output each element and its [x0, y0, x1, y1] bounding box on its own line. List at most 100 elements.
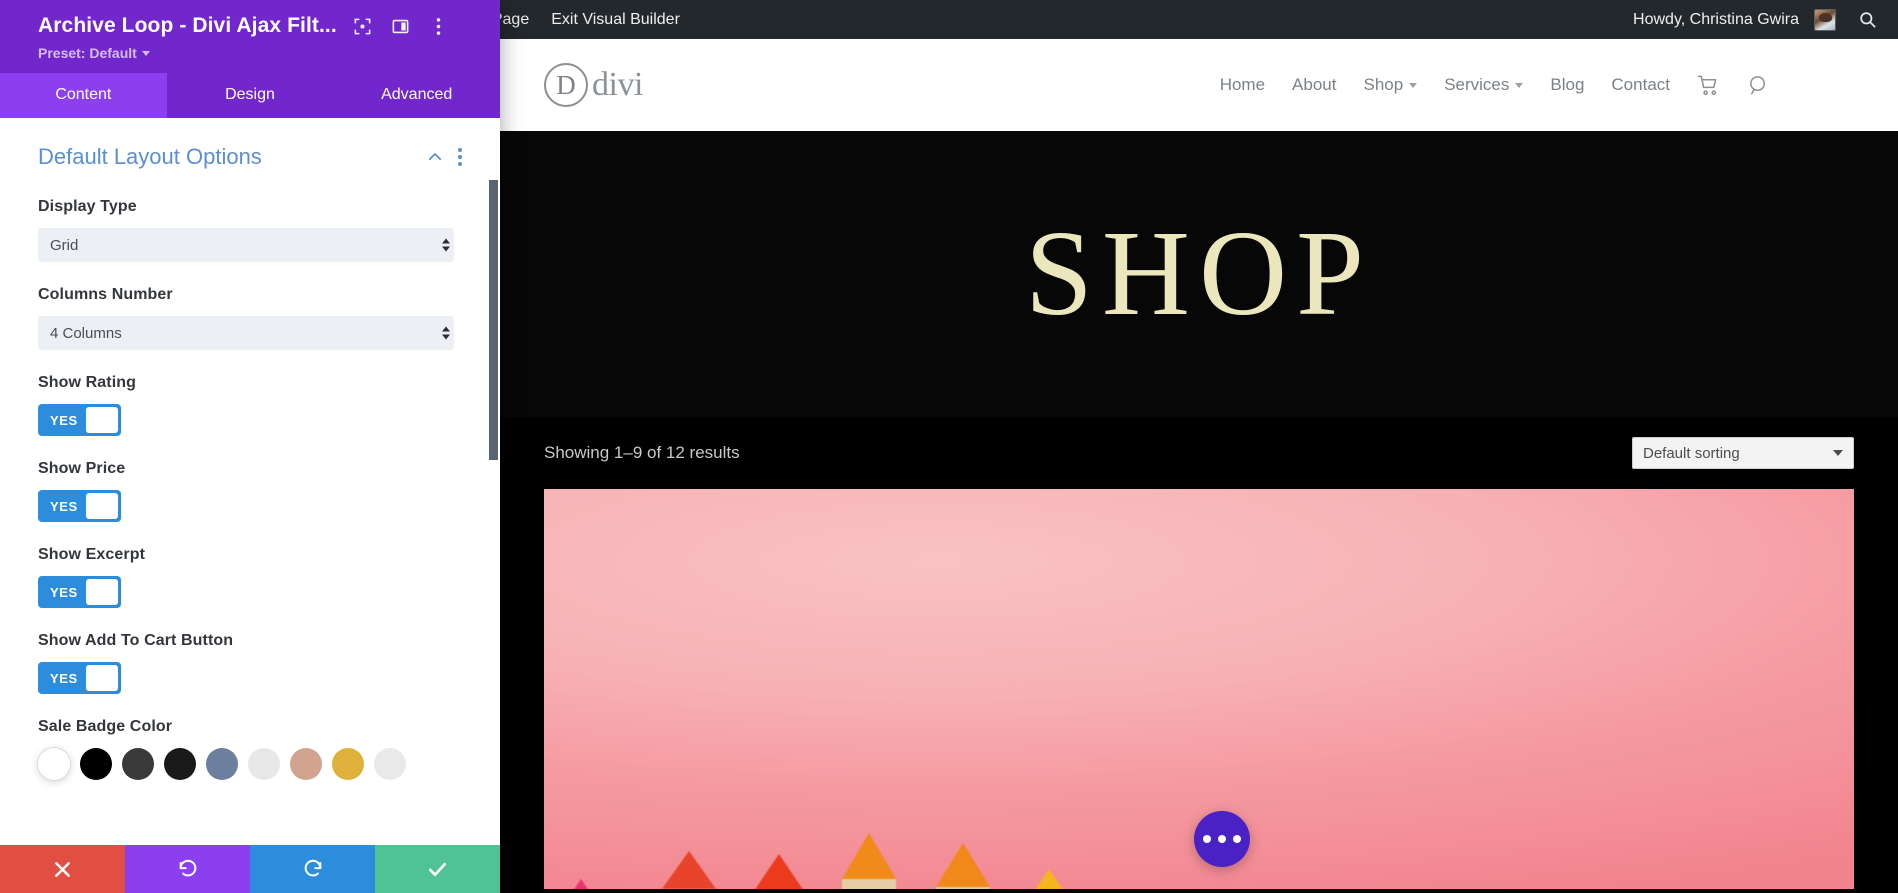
scrollbar-thumb[interactable]	[489, 180, 498, 460]
page-title: SHOP	[1025, 206, 1373, 341]
toggle-knob	[85, 407, 118, 433]
check-icon	[426, 858, 449, 881]
toggle-knob	[85, 665, 118, 691]
shopping-cart-icon[interactable]	[1697, 74, 1720, 97]
show-add-to-cart-toggle[interactable]: YES	[38, 662, 121, 694]
color-swatch[interactable]	[374, 748, 406, 780]
color-swatch[interactable]	[332, 748, 364, 780]
field-show-price: Show Price YES	[38, 460, 462, 522]
display-type-select[interactable]: Grid	[38, 228, 454, 262]
site-preview: D divi Home About Shop Services Blog Con…	[500, 39, 1898, 893]
nav-item-services[interactable]: Services	[1444, 75, 1524, 95]
field-columns-number-label: Columns Number	[38, 286, 173, 303]
more-vertical-icon[interactable]	[429, 16, 449, 36]
field-sale-badge-color-label: Sale Badge Color	[38, 718, 173, 735]
tab-content[interactable]: Content	[0, 73, 167, 118]
chevron-down-icon	[1409, 82, 1418, 88]
chevron-down-icon	[1515, 82, 1524, 88]
field-display-type-label: Display Type	[38, 198, 137, 215]
field-sale-badge-color: Sale Badge Color	[38, 718, 462, 780]
nav-services-label: Services	[1444, 75, 1510, 94]
shop-listing: Showing 1–9 of 12 results Default sortin…	[500, 417, 1898, 889]
product-image[interactable]	[544, 489, 1854, 889]
chevron-up-icon[interactable]	[426, 148, 444, 166]
sale-badge-color-swatches	[38, 748, 462, 780]
more-horizontal-icon	[1233, 835, 1241, 843]
nav-item-home[interactable]: Home	[1220, 75, 1265, 95]
more-vertical-icon[interactable]	[458, 148, 462, 166]
site-header: D divi Home About Shop Services Blog Con…	[500, 39, 1898, 131]
nav-item-blog[interactable]: Blog	[1550, 75, 1584, 95]
admin-bar-right-group: Howdy, Christina Gwira	[1622, 0, 1898, 39]
undo-button[interactable]	[125, 845, 250, 893]
panel-title: Archive Loop - Divi Ajax Filt...	[38, 14, 337, 37]
color-swatch[interactable]	[206, 748, 238, 780]
layout-panel-icon[interactable]	[391, 16, 411, 36]
admin-bar-account[interactable]: Howdy, Christina Gwira	[1622, 0, 1847, 39]
nav-item-shop[interactable]: Shop	[1363, 75, 1418, 95]
color-swatch[interactable]	[248, 748, 280, 780]
section-header-icons	[426, 148, 462, 166]
pencil-graphic	[936, 843, 990, 889]
section-default-layout-options[interactable]: Default Layout Options	[38, 144, 462, 170]
sorting-select[interactable]: Default sorting	[1632, 437, 1854, 469]
field-show-price-label: Show Price	[38, 460, 126, 477]
color-swatch[interactable]	[80, 748, 112, 780]
field-show-excerpt: Show Excerpt YES	[38, 546, 462, 608]
shop-hero: SHOP	[500, 131, 1898, 417]
save-button[interactable]	[375, 845, 500, 893]
columns-number-select-wrap: 4 Columns	[38, 316, 462, 350]
show-rating-toggle[interactable]: YES	[38, 404, 121, 436]
panel-preset-selector[interactable]: Preset: Default	[38, 45, 484, 61]
field-show-rating-label: Show Rating	[38, 374, 136, 391]
panel-scrollbar[interactable]	[489, 180, 498, 820]
more-horizontal-icon	[1203, 835, 1211, 843]
panel-scroll-content: Default Layout Options Display Type Grid	[0, 118, 500, 844]
site-logo[interactable]: D divi	[544, 63, 643, 107]
panel-header-icons	[353, 16, 449, 36]
site-nav: Home About Shop Services Blog Contact	[1220, 74, 1770, 97]
show-price-toggle[interactable]: YES	[38, 490, 121, 522]
logo-text: divi	[592, 66, 643, 103]
close-icon	[52, 859, 73, 880]
redo-button[interactable]	[250, 845, 375, 893]
pencil-graphic	[662, 851, 716, 889]
color-swatch[interactable]	[122, 748, 154, 780]
show-excerpt-toggle[interactable]: YES	[38, 576, 121, 608]
focus-icon[interactable]	[353, 16, 373, 36]
field-show-add-to-cart-button: Show Add To Cart Button YES	[38, 632, 462, 694]
field-show-excerpt-label: Show Excerpt	[38, 546, 146, 563]
more-horizontal-icon	[1218, 835, 1226, 843]
redo-icon	[302, 858, 324, 880]
tab-design[interactable]: Design	[167, 73, 334, 118]
color-swatch[interactable]	[290, 748, 322, 780]
cancel-button[interactable]	[0, 845, 125, 893]
nav-item-about[interactable]: About	[1292, 75, 1336, 95]
color-swatch[interactable]	[164, 748, 196, 780]
pencil-graphic	[554, 879, 608, 889]
nav-item-contact[interactable]: Contact	[1611, 75, 1670, 95]
panel-action-bar	[0, 845, 500, 893]
nav-blog-label: Blog	[1550, 75, 1585, 94]
pencil-graphic	[1022, 869, 1076, 889]
display-type-select-wrap: Grid	[38, 228, 462, 262]
tab-advanced[interactable]: Advanced	[333, 73, 500, 118]
toggle-knob	[85, 493, 118, 519]
nav-contact-label: Contact	[1611, 75, 1670, 94]
field-show-rating: Show Rating YES	[38, 374, 462, 436]
color-swatch[interactable]	[38, 748, 70, 780]
pencil-graphic	[842, 833, 896, 889]
search-icon[interactable]	[1747, 74, 1770, 97]
divi-module-settings-panel: Archive Loop - Divi Ajax Filt... Preset:…	[0, 0, 500, 893]
toggle-knob	[85, 579, 118, 605]
chevron-down-icon	[141, 50, 150, 56]
admin-bar-search-button[interactable]	[1847, 0, 1888, 39]
pencil-graphic	[752, 854, 806, 889]
admin-bar-exit-visual-builder[interactable]: Exit Visual Builder	[540, 0, 691, 39]
panel-preset-label: Preset: Default	[38, 45, 137, 61]
divi-add-module-button[interactable]	[1194, 811, 1250, 867]
admin-bar-exit-vb-label: Exit Visual Builder	[551, 10, 680, 28]
search-icon	[1858, 10, 1877, 29]
columns-number-select[interactable]: 4 Columns	[38, 316, 454, 350]
show-price-toggle-label: YES	[50, 498, 78, 514]
